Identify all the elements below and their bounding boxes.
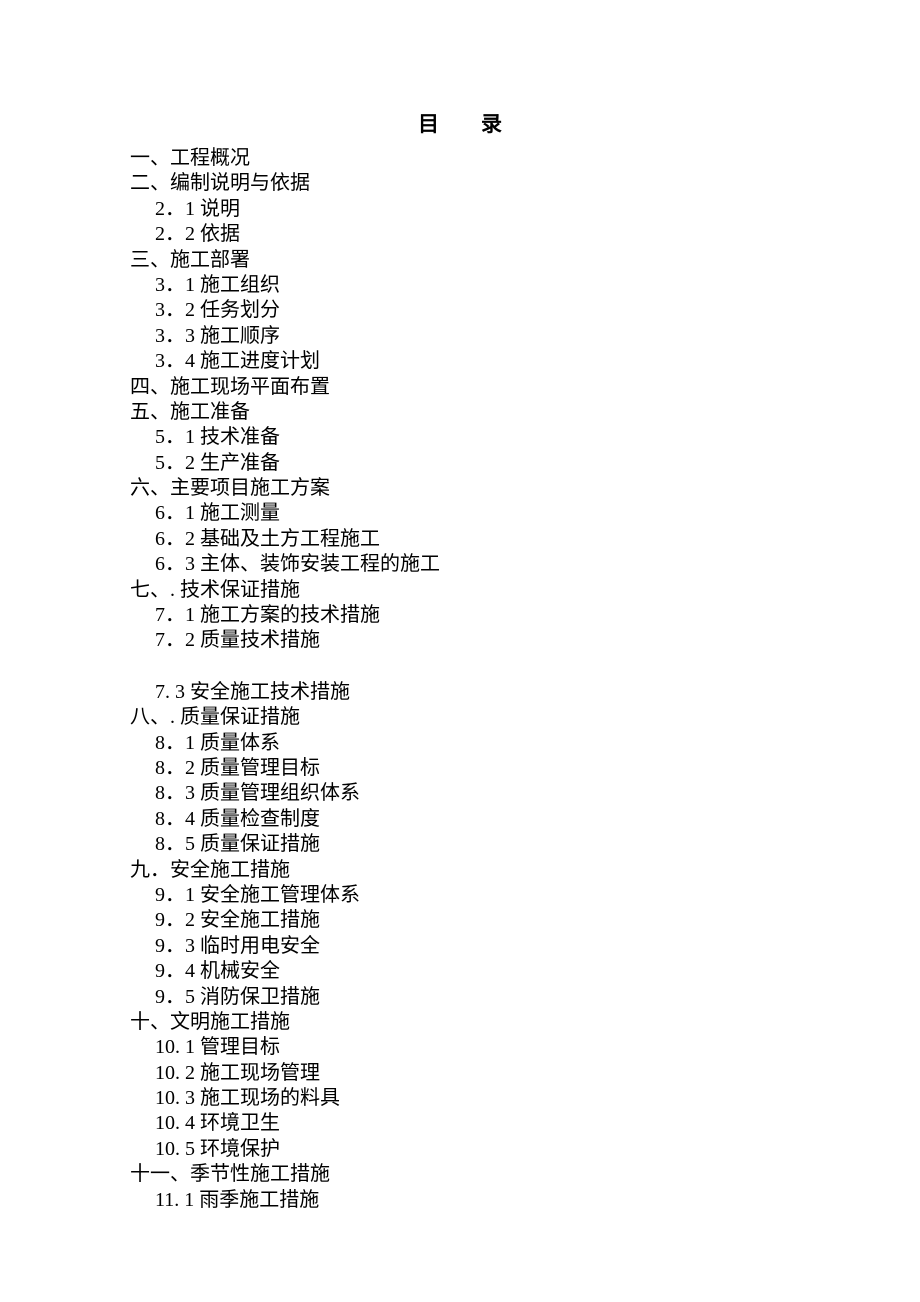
toc-entry: 五、施工准备 <box>130 400 920 425</box>
toc-entry: 5．2 生产准备 <box>155 451 920 476</box>
toc-entry: 二、编制说明与依据 <box>130 171 920 196</box>
toc-entry: 6．1 施工测量 <box>155 501 920 526</box>
toc-entry: 8．2 质量管理目标 <box>155 756 920 781</box>
toc-entry: 3．1 施工组织 <box>155 273 920 298</box>
toc-entry: 5．1 技术准备 <box>155 425 920 450</box>
toc-entry: 7．2 质量技术措施 <box>155 628 920 653</box>
toc-entry: 9．2 安全施工措施 <box>155 908 920 933</box>
toc-entry: 3．3 施工顺序 <box>155 324 920 349</box>
title-char-1: 目 <box>418 112 439 136</box>
toc-entry: 2．1 说明 <box>155 197 920 222</box>
toc-entry: 八、. 质量保证措施 <box>130 705 920 730</box>
toc-entry: 3．2 任务划分 <box>155 298 920 323</box>
toc-entry: 9．1 安全施工管理体系 <box>155 883 920 908</box>
toc-entry: 十一、季节性施工措施 <box>130 1162 920 1187</box>
toc-entry: 10. 3 施工现场的料具 <box>155 1086 920 1111</box>
toc-entry: 8．5 质量保证措施 <box>155 832 920 857</box>
toc-entry: 3．4 施工进度计划 <box>155 349 920 374</box>
toc-entry: 10. 5 环境保护 <box>155 1137 920 1162</box>
toc-entry: 6．3 主体、装饰安装工程的施工 <box>155 552 920 577</box>
toc-entry: 6．2 基础及土方工程施工 <box>155 527 920 552</box>
toc-entry: 七、. 技术保证措施 <box>130 578 920 603</box>
toc-entry: 11. 1 雨季施工措施 <box>155 1188 920 1213</box>
toc-entry: 8．4 质量检查制度 <box>155 807 920 832</box>
toc-entry: 十、文明施工措施 <box>130 1010 920 1035</box>
toc-entry: 10. 1 管理目标 <box>155 1035 920 1060</box>
table-of-contents: 一、工程概况二、编制说明与依据2．1 说明2．2 依据三、施工部署3．1 施工组… <box>130 146 920 1213</box>
toc-entry: 9．5 消防保卫措施 <box>155 985 920 1010</box>
toc-entry: 9．4 机械安全 <box>155 959 920 984</box>
toc-entry: 九．安全施工措施 <box>130 858 920 883</box>
toc-entry: 一、工程概况 <box>130 146 920 171</box>
title-char-2: 录 <box>481 112 502 136</box>
toc-entry: 2．2 依据 <box>155 222 920 247</box>
page-title: 目录 <box>130 108 920 138</box>
toc-entry: 10. 4 环境卫生 <box>155 1111 920 1136</box>
toc-entry: 9．3 临时用电安全 <box>155 934 920 959</box>
toc-entry: 10. 2 施工现场管理 <box>155 1061 920 1086</box>
toc-entry: 四、施工现场平面布置 <box>130 375 920 400</box>
toc-entry: 六、主要项目施工方案 <box>130 476 920 501</box>
toc-entry: 7．1 施工方案的技术措施 <box>155 603 920 628</box>
toc-gap <box>130 654 920 680</box>
toc-entry: 8．1 质量体系 <box>155 731 920 756</box>
toc-entry: 7. 3 安全施工技术措施 <box>155 680 920 705</box>
toc-entry: 8．3 质量管理组织体系 <box>155 781 920 806</box>
toc-entry: 三、施工部署 <box>130 248 920 273</box>
